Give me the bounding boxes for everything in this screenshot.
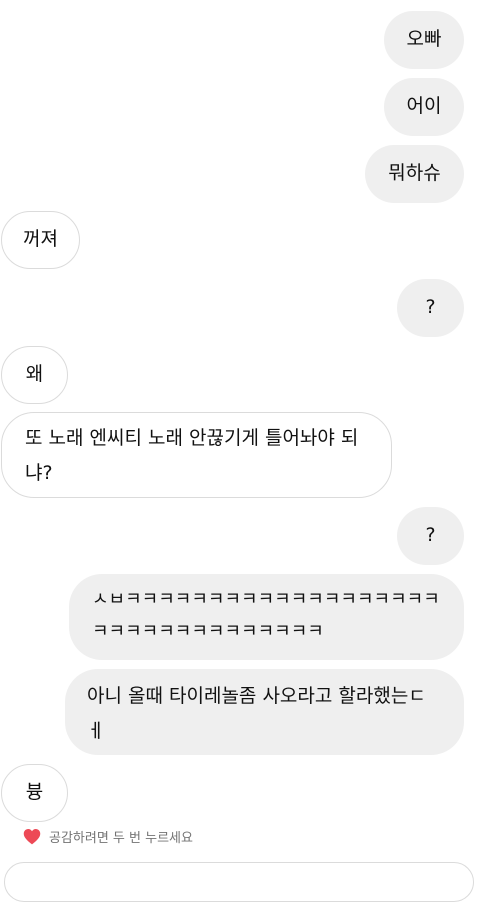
message-bubble-sent[interactable]: 어이 xyxy=(384,78,464,136)
message-bubble-received[interactable]: 왜 xyxy=(1,346,68,404)
message-input[interactable] xyxy=(4,862,474,902)
message-bubble-sent[interactable]: 아니 올때 타이레놀좀 사오라고 할라했는ㄷ ㅔ xyxy=(65,669,464,755)
reaction-hint-text: 공감하려면 두 번 누르세요 xyxy=(49,830,193,846)
message-bubble-received[interactable]: 또 노래 엔씨티 노래 안끊기게 틀어놔야 되냐? xyxy=(1,412,392,498)
message-bubble-received[interactable]: 꺼져 xyxy=(1,211,80,269)
heart-icon xyxy=(23,828,41,845)
message-bubble-sent[interactable]: ? xyxy=(397,507,464,565)
chat-thread: 오빠 어이 뭐하슈 꺼져 ? 왜 또 노래 엔씨티 노래 안끊기게 틀어놔야 되… xyxy=(0,0,480,902)
message-bubble-received[interactable]: 븅 xyxy=(1,764,68,822)
message-bubble-sent[interactable]: ? xyxy=(397,279,464,337)
message-bubble-sent[interactable]: 뭐하슈 xyxy=(365,145,464,203)
message-bubble-sent[interactable]: ㅅㅂㅋㅋㅋㅋㅋㅋㅋㅋㅋㅋㅋㅋㅋㅋㅋㅋㅋㅋㅋㅋㅋㅋㅋㅋㅋㅋㅋㅋㅋㅋㅋㅋㅋ xyxy=(69,574,464,660)
message-bubble-sent[interactable]: 오빠 xyxy=(384,11,464,69)
reaction-hint: 공감하려면 두 번 누르세요 xyxy=(23,824,193,848)
